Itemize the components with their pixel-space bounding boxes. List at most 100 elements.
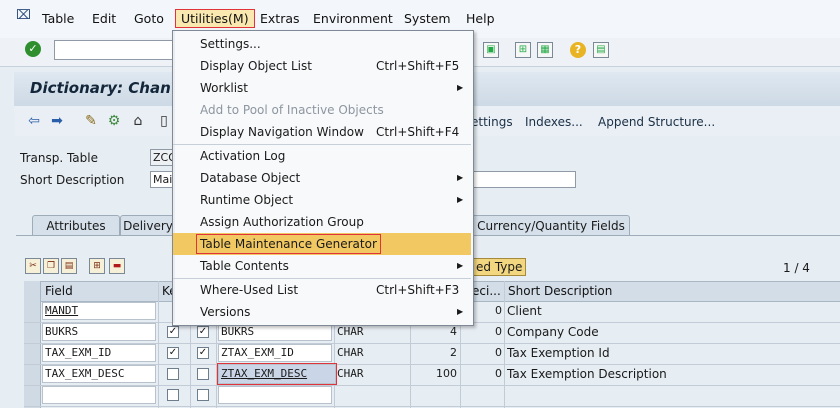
transp-table-field[interactable]: ZCO — [150, 149, 174, 166]
layout-icon[interactable]: ⊞ — [515, 42, 531, 58]
menu-item-label: Assign Authorization Group — [200, 215, 364, 229]
back-arrow-icon[interactable]: ⇦ — [26, 113, 42, 129]
page-title: Dictionary: Chan — [30, 79, 171, 97]
field-name-cell[interactable]: TAX_EXM_ID — [42, 344, 156, 362]
initial-values-checkbox[interactable]: ✓ — [197, 326, 209, 338]
initial-values-checkbox[interactable] — [197, 389, 209, 401]
key-checkbox[interactable] — [167, 368, 179, 380]
description-cell: Client — [507, 304, 542, 318]
menu-item-where-used-list[interactable]: Where-Used List Ctrl+Shift+F3 — [173, 279, 471, 301]
submenu-arrow-icon: ▶ — [457, 173, 464, 182]
customize-icon[interactable]: ▤ — [593, 42, 609, 58]
data-element-cell[interactable]: ZTAX_EXM_ID — [218, 344, 332, 362]
length-cell: 2 — [450, 346, 457, 359]
menu-item-label: Runtime Object — [200, 193, 294, 207]
menu-item-label: Add to Pool of Inactive Objects — [200, 103, 384, 117]
short-description-label: Short Description — [20, 173, 125, 187]
insert-row-icon[interactable]: ⊞ — [89, 258, 105, 274]
menu-item-label: Activation Log — [200, 149, 286, 163]
tab-attributes[interactable]: Attributes — [32, 215, 120, 236]
decimals-cell: 0 — [495, 346, 502, 359]
layout-icon[interactable]: ▦ — [537, 42, 553, 58]
field-name-cell[interactable]: MANDT — [42, 302, 156, 320]
cut-icon[interactable]: ✂ — [25, 258, 41, 274]
technical-settings-link[interactable]: ettings — [471, 115, 513, 129]
magic-wand-icon[interactable]: ✎ — [83, 113, 99, 129]
description-cell: Company Code — [507, 325, 599, 339]
field-name-cell[interactable]: BUKRS — [42, 323, 156, 341]
new-session-icon[interactable]: ▣ — [483, 42, 499, 58]
submenu-arrow-icon: ▶ — [457, 261, 464, 270]
menu-icon[interactable]: ⌧ — [16, 9, 31, 23]
menu-item-shortcut: Ctrl+Shift+F4 — [376, 125, 460, 139]
tab-delivery[interactable]: Delivery — [120, 215, 176, 236]
data-type-cell: CHAR — [337, 367, 364, 380]
forward-arrow-icon[interactable]: ➡ — [49, 113, 65, 129]
delete-row-icon[interactable]: ▬ — [109, 258, 125, 274]
paste-icon[interactable]: ▤ — [61, 258, 77, 274]
menu-item-database-object[interactable]: Database Object ▶ — [173, 167, 471, 189]
header-field[interactable]: Field — [45, 284, 73, 298]
menu-item-settings[interactable]: Settings... — [173, 33, 471, 55]
where-used-icon[interactable]: ⚙ — [106, 113, 122, 129]
help-icon[interactable]: ? — [570, 42, 586, 58]
initial-values-checkbox[interactable] — [197, 368, 209, 380]
menu-item-table-maintenance-generator[interactable]: Table Maintenance Generator — [173, 233, 471, 255]
data-type-cell: CHAR — [337, 346, 364, 359]
initial-values-checkbox[interactable]: ✓ — [197, 347, 209, 359]
command-field[interactable] — [54, 40, 176, 60]
menu-utilities[interactable]: Utilities(M) — [175, 9, 255, 28]
menu-item-add-to-pool: Add to Pool of Inactive Objects — [173, 99, 471, 121]
key-checkbox[interactable] — [167, 389, 179, 401]
copy-icon[interactable]: ❐ — [43, 258, 59, 274]
length-cell: 100 — [436, 367, 457, 380]
menu-item-runtime-object[interactable]: Runtime Object ▶ — [173, 189, 471, 211]
menu-goto[interactable]: Goto — [134, 11, 164, 26]
transp-table-label: Transp. Table — [20, 151, 98, 165]
menu-item-label: Where-Used List — [200, 283, 299, 297]
key-checkbox[interactable]: ✓ — [167, 326, 179, 338]
hierarchy-icon[interactable]: ⌂ — [130, 113, 146, 129]
length-cell: 4 — [450, 325, 457, 338]
append-structure-link[interactable]: Append Structure... — [598, 115, 715, 129]
menu-item-versions[interactable]: Versions ▶ — [173, 301, 471, 323]
menu-system[interactable]: System — [404, 11, 451, 26]
decimals-cell: 0 — [495, 367, 502, 380]
field-name-cell[interactable]: TAX_EXM_DESC — [42, 365, 156, 383]
tab-currency-quantity-fields[interactable]: Currency/Quantity Fields — [472, 215, 630, 236]
menu-item-display-object-list[interactable]: Display Object List Ctrl+Shift+F5 — [173, 55, 471, 77]
data-element-cell-empty[interactable] — [218, 386, 332, 404]
menu-item-shortcut: Ctrl+Shift+F5 — [376, 59, 460, 73]
tab-predefined-type[interactable]: ed Type — [472, 258, 526, 276]
key-checkbox[interactable]: ✓ — [167, 347, 179, 359]
short-description-field[interactable]: Mai — [150, 171, 174, 188]
description-cell: Tax Exemption Id — [507, 346, 610, 360]
menu-item-assign-authorization-group[interactable]: Assign Authorization Group — [173, 211, 471, 233]
header-short-description[interactable]: Short Description — [508, 284, 612, 298]
data-type-cell: CHAR — [337, 325, 364, 338]
indexes-link[interactable]: Indexes... — [525, 115, 583, 129]
submenu-arrow-icon: ▶ — [457, 195, 464, 204]
menu-table[interactable]: Table — [42, 11, 74, 26]
menu-edit[interactable]: Edit — [92, 11, 116, 26]
header-decimals[interactable]: eci... — [472, 284, 501, 298]
short-description-field-right[interactable] — [472, 171, 576, 188]
object-icon[interactable]: ▯ — [156, 113, 172, 129]
menu-item-display-navigation-window[interactable]: Display Navigation Window Ctrl+Shift+F4 — [173, 121, 471, 143]
menu-item-activation-log[interactable]: Activation Log — [173, 145, 471, 167]
page-counter: 1 / 4 — [783, 261, 810, 275]
submenu-arrow-icon: ▶ — [457, 83, 464, 92]
menu-item-shortcut: Ctrl+Shift+F3 — [376, 283, 460, 297]
data-element-cell-selected[interactable]: ZTAX_EXM_DESC — [217, 363, 337, 385]
menu-item-label: Table Contents — [200, 259, 289, 273]
menu-extras[interactable]: Extras — [260, 11, 300, 26]
submenu-arrow-icon: ▶ — [457, 307, 464, 316]
menu-item-label: Settings... — [200, 37, 261, 51]
enter-check-icon[interactable]: ✓ — [25, 41, 41, 57]
menu-item-table-contents[interactable]: Table Contents ▶ — [173, 255, 471, 277]
menu-help[interactable]: Help — [466, 11, 495, 26]
menu-environment[interactable]: Environment — [313, 11, 393, 26]
description-cell: Tax Exemption Description — [507, 367, 667, 381]
menu-item-worklist[interactable]: Worklist ▶ — [173, 77, 471, 99]
field-name-cell-empty[interactable] — [42, 386, 156, 404]
